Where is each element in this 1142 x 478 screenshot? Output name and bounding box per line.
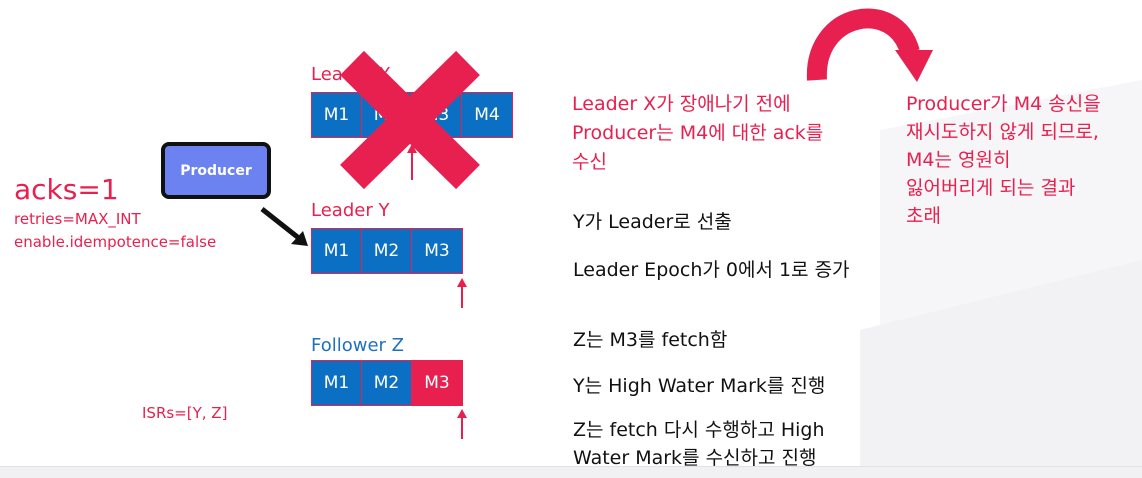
arrow-icon [260,207,308,246]
follower-z-label: Follower Z [311,335,404,356]
result-note-line: 초래 [906,205,941,227]
acks-config: acks=1 [14,173,119,206]
step-note: Z는 fetch 다시 수행하고 High [573,419,825,441]
leader-y-label: Leader Y [311,200,390,221]
curved-arrow-icon [806,8,933,82]
log-cell: M3 [412,361,462,405]
log-cell: M3 [412,229,462,273]
log-cell: M2 [362,361,412,405]
follower-z-log: M1 M2 M3 [311,360,463,406]
up-arrow-icon [457,409,467,439]
bottom-bar [0,466,1142,478]
failure-note-line: Producer는 M4에 대한 ack를 [572,122,824,144]
step-note: Y는 High Water Mark를 진행 [573,375,826,397]
step-note: Z는 M3를 fetch함 [573,329,728,351]
result-note-line: 잃어버리게 되는 결과 [906,177,1076,199]
log-cell: M1 [312,229,362,273]
up-arrow-icon [457,278,467,308]
step-note: Y가 Leader로 선출 [573,211,732,233]
cross-icon [340,50,480,190]
failure-note-line: Leader X가 장애나기 전에 [572,93,791,115]
idempotence-config: enable.idempotence=false [14,233,217,251]
log-cell: M1 [312,361,362,405]
leader-y-log: M1 M2 M3 [311,228,463,274]
producer-label: Producer [180,162,252,179]
log-cell: M2 [362,229,412,273]
result-note-line: Producer가 M4 송신을 [906,93,1101,115]
retries-config: retries=MAX_INT [14,210,141,228]
isrs-config: ISRs=[Y, Z] [142,404,228,422]
step-note: Leader Epoch가 0에서 1로 증가 [573,259,850,281]
result-note-line: 재시도하지 않게 되므로, [906,121,1099,143]
result-note-line: M4는 영원히 [906,149,1011,171]
producer-box: Producer [161,142,271,199]
failure-note-line: 수신 [572,151,607,173]
